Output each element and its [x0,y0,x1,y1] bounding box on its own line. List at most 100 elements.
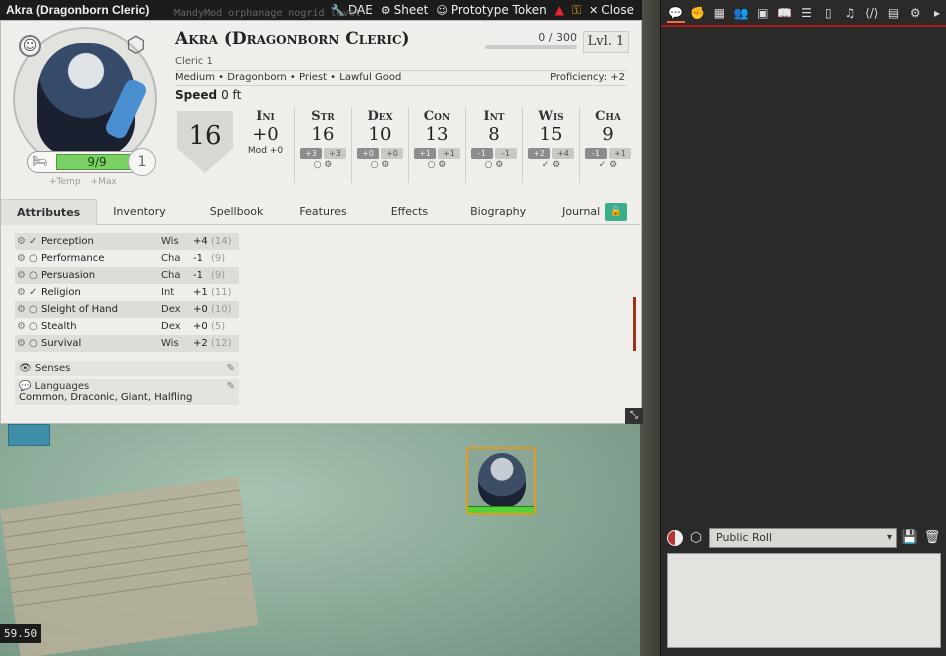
trash-icon[interactable]: 🗑 [923,529,941,547]
skill-sleight-of-hand[interactable]: ⚙ ○ Sleight of Hand Dex +0 (10) [15,301,239,318]
tab-effects[interactable]: Effects [363,199,444,225]
prof-toggle-icon[interactable]: ○ ⚙ [466,160,522,170]
save-icon[interactable]: 💾 [901,529,919,547]
max-hp-label[interactable]: +Max [91,177,117,187]
inspiration-icon[interactable]: ☺ [19,35,41,57]
skill-mod[interactable]: +0 [193,304,211,315]
character-name[interactable]: Akra (Dragonborn Cleric) [175,29,410,49]
sheet-header[interactable]: MandyMod orphanage nogrid level Akra (Dr… [0,0,642,20]
prof-check-icon[interactable]: ✓ [29,236,41,247]
ability-cha[interactable]: Cha 9 -1 +1 ✓ ⚙ [579,107,636,183]
collapse-icon[interactable]: ▸ [928,3,946,23]
tab-spellbook[interactable]: Spellbook [182,199,280,225]
ability-int[interactable]: Int 8 -1 -1 ○ ⚙ [465,107,522,183]
skill-persuasion[interactable]: ⚙ ○ Persuasion Cha -1 (9) [15,267,239,284]
tab-inventory[interactable]: Inventory [97,199,182,225]
dice-icon[interactable]: ⬡ [687,529,705,547]
chat-icon[interactable]: 💬 [667,3,685,23]
actors-icon[interactable]: 👥 [732,3,750,23]
tab-biography[interactable]: Biography [444,199,542,225]
gear-icon[interactable]: ⚙ [17,236,29,247]
roll-privacy-icon[interactable] [667,530,683,546]
prof-toggle-icon[interactable]: ○ ⚙ [352,160,408,170]
compendium-icon[interactable]: ▤ [885,3,903,23]
mod-pill[interactable]: -1 [495,148,517,159]
skill-perception[interactable]: ⚙ ✓ Perception Wis +4 (14) [15,233,239,250]
skill-stealth[interactable]: ⚙ ○ Stealth Dex +0 (5) [15,318,239,335]
save-pill[interactable]: +0 [357,148,379,159]
gear-icon[interactable]: ⚙ [17,287,29,298]
mod-pill[interactable]: +3 [324,148,346,159]
temp-hp-label[interactable]: +Temp [49,177,81,187]
ability-str[interactable]: Str 16 +3 +3 ○ ⚙ [294,107,351,183]
initiative-mod-row: Mod +0 [247,146,284,156]
playlists-icon[interactable]: ♫ [841,3,859,23]
bed-icon[interactable]: 🛏 [32,154,47,168]
resize-handle-icon[interactable]: ⤡ [625,408,643,424]
chat-message-input[interactable] [667,553,941,648]
d20-icon[interactable]: ⬡ [123,33,149,59]
edit-senses-icon[interactable]: ✎ [227,363,235,374]
skill-mod[interactable]: -1 [193,253,211,264]
mod-pill[interactable]: +4 [552,148,574,159]
gear-icon[interactable]: ⚙ [17,270,29,281]
tables-icon[interactable]: ☰ [798,3,816,23]
prof-check-icon[interactable]: ✓ ⚙ [523,160,579,170]
prof-toggle-icon[interactable]: ○ ⚙ [409,160,465,170]
skill-mod[interactable]: +2 [193,338,211,349]
prof-circle-icon[interactable]: ○ [29,304,41,315]
save-pill[interactable]: +3 [300,148,322,159]
gear-icon[interactable]: ⚙ [17,304,29,315]
prof-circle-icon[interactable]: ○ [29,338,41,349]
lock-icon[interactable]: 🔒 [605,203,627,221]
roll-mode-select[interactable]: Public Roll ▾ [709,528,897,548]
mod-pill[interactable]: +0 [381,148,403,159]
scenes-icon[interactable]: ▦ [711,3,729,23]
prof-circle-icon[interactable]: ○ [29,253,41,264]
edit-languages-icon[interactable]: ✎ [227,381,235,392]
gear-icon[interactable]: ⚙ [17,253,29,264]
close-button[interactable]: ✕ Close [589,3,634,17]
skill-survival[interactable]: ⚙ ○ Survival Wis +2 (12) [15,335,239,352]
ability-dex[interactable]: Dex 10 +0 +0 ○ ⚙ [351,107,408,183]
skill-religion[interactable]: ⚙ ✓ Religion Int +1 (11) [15,284,239,301]
character-token[interactable] [466,447,536,515]
prof-check-icon[interactable]: ✓ [29,287,41,298]
tab-features[interactable]: Features [279,199,362,225]
scrollbar-thumb[interactable] [633,297,636,351]
journal-icon[interactable]: 📖 [776,3,794,23]
ability-wis[interactable]: Wis 15 +2 +4 ✓ ⚙ [522,107,579,183]
save-pill[interactable]: -1 [471,148,493,159]
skill-mod[interactable]: +4 [193,236,211,247]
cards-icon[interactable]: ▯ [819,3,837,23]
prof-circle-icon[interactable]: ○ [29,270,41,281]
ability-name: Con [423,109,451,124]
settings-icon[interactable]: ⚙ [906,3,924,23]
combat-icon[interactable]: ✊ [689,3,707,23]
gear-icon[interactable]: ⚙ [17,321,29,332]
mod-pill[interactable]: +1 [609,148,631,159]
gear-icon[interactable]: ⚙ [17,338,29,349]
bell-icon[interactable]: ▲ [555,3,564,17]
skill-mod[interactable]: -1 [193,270,211,281]
macros-icon[interactable]: ⟨/⟩ [863,3,881,23]
save-pill[interactable]: -1 [585,148,607,159]
items-icon[interactable]: ▣ [754,3,772,23]
hp-bar[interactable]: 🛏 9/9 1 [27,148,156,176]
prof-check-icon[interactable]: ✓ ⚙ [580,160,636,170]
prof-toggle-icon[interactable]: ○ ⚙ [295,160,351,170]
save-pill[interactable]: +2 [528,148,550,159]
ability-con[interactable]: Con 13 +1 +1 ○ ⚙ [408,107,465,183]
skill-performance[interactable]: ⚙ ○ Performance Cha -1 (9) [15,250,239,267]
initiative[interactable]: Ini +0 Mod +0 [237,107,294,183]
prof-circle-icon[interactable]: ○ [29,321,41,332]
sheet-button[interactable]: ⚙ Sheet [381,3,429,17]
hp-value[interactable]: 9/9 [56,154,138,170]
mod-pill[interactable]: +1 [438,148,460,159]
skill-mod[interactable]: +0 [193,321,211,332]
key-icon[interactable]: ⚿ [572,3,581,18]
prototype-token-button[interactable]: ☺ Prototype Token [436,3,546,17]
skill-mod[interactable]: +1 [193,287,211,298]
tab-attributes[interactable]: Attributes [1,198,98,225]
save-pill[interactable]: +1 [414,148,436,159]
